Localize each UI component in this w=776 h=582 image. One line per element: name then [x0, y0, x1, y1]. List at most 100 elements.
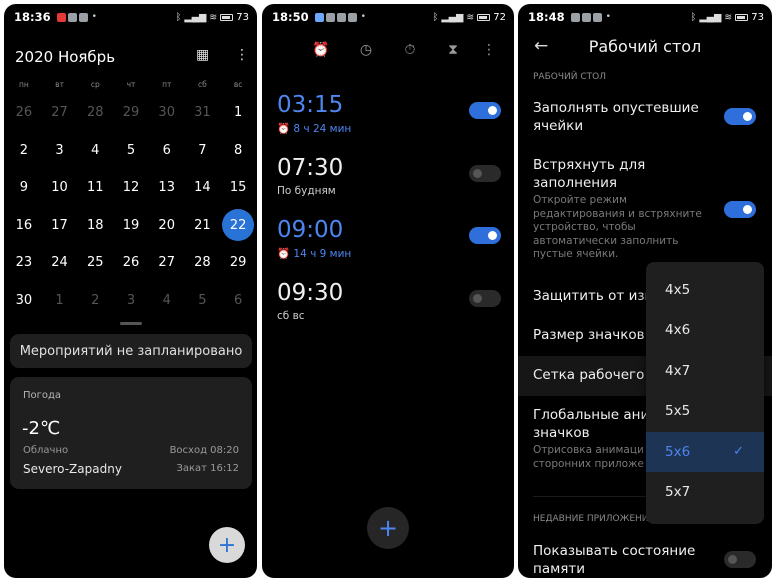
weather-card[interactable]: Погода -2℃ Облачно Восход 08:20 Severo-Z…	[10, 377, 252, 489]
grid-option-5x7[interactable]: 5x7	[646, 472, 764, 512]
calendar-day[interactable]: 7	[185, 132, 221, 169]
status-bar: 18:50 • ᛒ ▂▄▆ ≋ 72	[262, 4, 514, 30]
alarm-item[interactable]: 09:30 сб вс	[277, 280, 501, 332]
more-notifications-icon: •	[91, 12, 97, 22]
calendar-day[interactable]: 14	[185, 169, 221, 206]
more-options-icon[interactable]: ⋮	[477, 38, 501, 62]
calendar-day[interactable]: 5	[113, 132, 149, 169]
calendar-day-today[interactable]: 22	[220, 207, 256, 244]
notification-icon	[56, 12, 66, 22]
day-number: 28	[87, 105, 104, 121]
calendar-day[interactable]: 4	[149, 282, 185, 319]
calendar-day[interactable]: 26	[113, 244, 149, 281]
no-events-card[interactable]: Мероприятий не запланировано	[10, 334, 252, 368]
setting-fill-empty-cells[interactable]: Заполнять опустевшие ячейки	[533, 99, 718, 135]
month-title[interactable]: 2020 Ноябрь	[15, 48, 115, 66]
calendar-day[interactable]: 5	[185, 282, 221, 319]
calendar-day[interactable]: 19	[113, 207, 149, 244]
alarm-toggle[interactable]	[469, 290, 501, 307]
add-alarm-button[interactable]: +	[367, 507, 409, 549]
setting-shake-to-fill[interactable]: Встряхнуть для заполнения	[533, 156, 683, 192]
more-options-icon[interactable]: ⋮	[235, 47, 249, 63]
clock-icon[interactable]: ◷	[354, 38, 378, 62]
calendar-day[interactable]: 6	[220, 282, 256, 319]
drag-handle[interactable]	[120, 322, 142, 325]
calendar-day[interactable]: 9	[6, 169, 42, 206]
grid-option-label: 5x6	[665, 444, 691, 460]
calendar-day[interactable]: 27	[42, 94, 78, 131]
day-number: 23	[15, 255, 33, 271]
calendar-day[interactable]: 28	[77, 94, 113, 131]
calendar-day[interactable]: 27	[149, 244, 185, 281]
calendar-day[interactable]: 13	[149, 169, 185, 206]
alarm-item[interactable]: 07:30 По будням	[277, 155, 501, 207]
day-number: 21	[194, 217, 211, 233]
calendar-day[interactable]: 10	[42, 169, 78, 206]
alarm-item[interactable]: 09:00 ⏰ 14 ч 9 мин	[277, 217, 501, 269]
calendar-day[interactable]: 3	[42, 132, 78, 169]
battery-icon	[220, 13, 234, 21]
calendar-day[interactable]: 1	[220, 94, 256, 131]
clock-tabs: ⏰ ◷ ⏱ ⧗ ⋮	[262, 38, 514, 62]
weekday-label: чт	[126, 79, 136, 89]
calendar-day[interactable]: 15	[220, 169, 256, 206]
calendar-day[interactable]: 4	[77, 132, 113, 169]
weekday-label: пт	[162, 79, 172, 89]
fill-empty-cells-toggle[interactable]	[724, 108, 756, 125]
calendar-day[interactable]: 2	[6, 132, 42, 169]
calendar-icon[interactable]: ▦	[196, 47, 209, 63]
calendar-day[interactable]: 29	[113, 94, 149, 131]
grid-option-5x6[interactable]: 5x6 ✓	[646, 432, 764, 472]
grid-option-5x5[interactable]: 5x5	[646, 391, 764, 431]
calendar-day[interactable]: 3	[113, 282, 149, 319]
calendar-day[interactable]: 30	[149, 94, 185, 131]
battery-level: 73	[751, 11, 764, 23]
calendar-day[interactable]: 17	[42, 207, 78, 244]
calendar-day[interactable]: 8	[220, 132, 256, 169]
alarm-toggle[interactable]	[469, 102, 501, 119]
grid-option-4x6[interactable]: 4x6	[646, 310, 764, 350]
calendar-day[interactable]: 28	[185, 244, 221, 281]
calendar-day[interactable]: 25	[77, 244, 113, 281]
day-number: 29	[229, 255, 247, 271]
calendar-day[interactable]: 6	[149, 132, 185, 169]
day-number: 6	[234, 292, 243, 308]
calendar-day[interactable]: 16	[6, 207, 42, 244]
alarm-item[interactable]: 03:15 ⏰ 8 ч 24 мин	[277, 92, 501, 144]
setting-show-memory[interactable]: Показывать состояние памяти	[533, 542, 708, 578]
stopwatch-icon[interactable]: ⏱	[398, 38, 422, 62]
alarm-toggle[interactable]	[469, 227, 501, 244]
calendar-day[interactable]: 29	[220, 244, 256, 281]
add-event-button[interactable]: +	[209, 527, 245, 563]
calendar-day[interactable]: 2	[77, 282, 113, 319]
alarm-toggle[interactable]	[469, 165, 501, 182]
grid-option-4x7[interactable]: 4x7	[646, 351, 764, 391]
calendar-day[interactable]: 21	[185, 207, 221, 244]
day-number: 29	[122, 105, 140, 121]
calendar-day[interactable]: 30	[6, 282, 42, 319]
day-number: 26	[15, 105, 33, 121]
calendar-day[interactable]: 18	[77, 207, 113, 244]
calendar-week-row: 26 27 28 29 30 31 1	[6, 94, 256, 132]
day-number: 5	[126, 142, 136, 158]
day-number: 11	[87, 180, 104, 196]
calendar-day[interactable]: 23	[6, 244, 42, 281]
setting-icon-size[interactable]: Размер значков	[533, 326, 645, 344]
calendar-day[interactable]: 20	[149, 207, 185, 244]
alarm-icon[interactable]: ⏰	[309, 38, 333, 62]
calendar-day[interactable]: 31	[185, 94, 221, 131]
calendar-day[interactable]: 11	[77, 169, 113, 206]
timer-icon[interactable]: ⧗	[441, 38, 465, 62]
setting-desktop-grid[interactable]: Сетка рабочего	[533, 366, 644, 384]
calendar-day[interactable]: 1	[42, 282, 78, 319]
weekday-label: вс	[233, 79, 243, 89]
setting-global-icon-animation[interactable]: Глобальные ани значков	[533, 406, 653, 442]
calendar-day[interactable]: 26	[6, 94, 42, 131]
grid-option-4x5[interactable]: 4x5	[646, 270, 764, 310]
shake-to-fill-toggle[interactable]	[724, 201, 756, 218]
calendar-day[interactable]: 12	[113, 169, 149, 206]
setting-protect-layout[interactable]: Защитить от изм	[533, 287, 655, 305]
show-memory-toggle[interactable]	[724, 551, 756, 568]
calendar-day[interactable]: 24	[42, 244, 78, 281]
weekday-label: вт	[55, 79, 64, 89]
